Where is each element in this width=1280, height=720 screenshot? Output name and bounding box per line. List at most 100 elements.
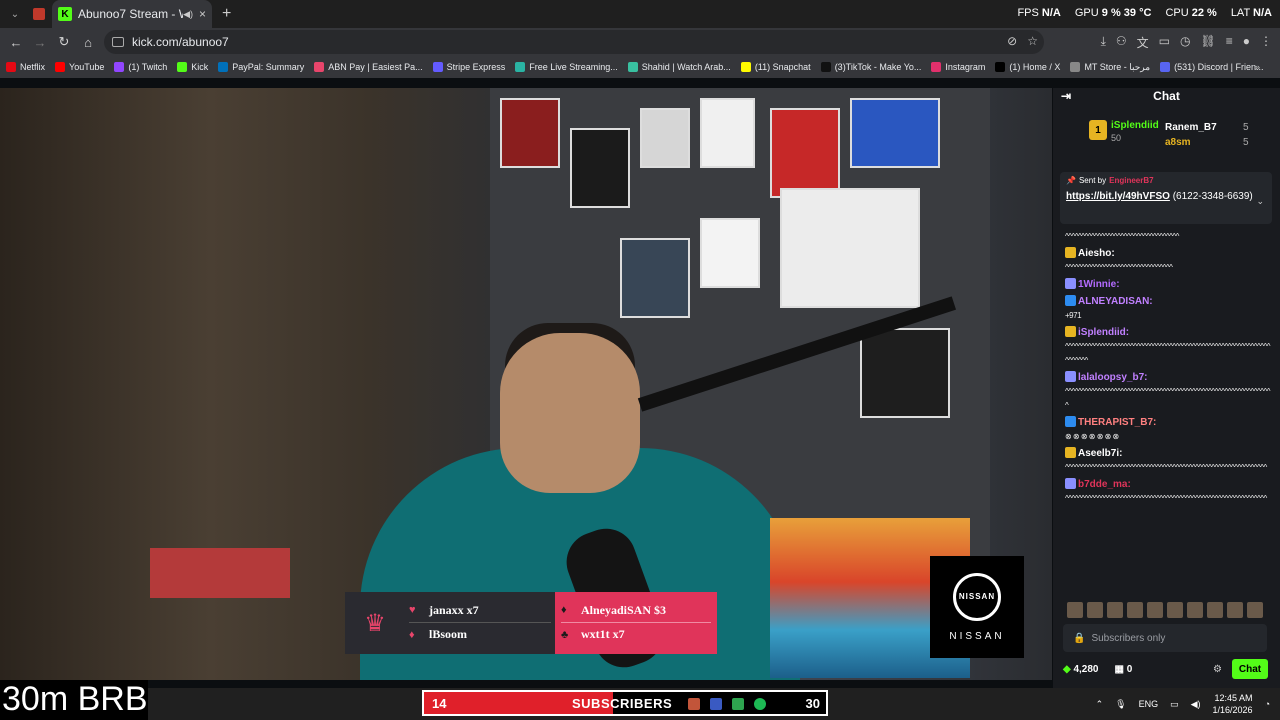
link-icon[interactable]: ⛓ [1201,34,1216,51]
gifter-name: iSplendiid [1111,120,1159,131]
bookmark-item[interactable]: Stripe Express [432,62,505,72]
bookmark-item[interactable]: Free Live Streaming... [515,62,618,72]
chat-username[interactable]: iSplendiid: [1078,327,1129,338]
alert-row: ♦ AlneyadiSAN $3 [561,598,711,622]
emote-icon[interactable] [1187,602,1203,618]
bookmark-item[interactable]: MT Store - مرحبا [1070,62,1150,73]
home-button[interactable]: ⌂ [76,30,100,54]
bookmark-star-icon[interactable]: ☆ [1027,34,1038,48]
settings-gear-icon[interactable]: ⚙ [1213,664,1222,675]
chat-username[interactable]: Aiesho: [1078,248,1115,259]
emote-icon[interactable] [1147,602,1163,618]
emote-icon[interactable] [1227,602,1243,618]
bookmark-item[interactable]: YouTube [55,62,104,72]
taskbar-app-icon[interactable] [710,698,722,710]
download-icon[interactable]: ⤓ [1101,34,1106,51]
collapse-chat-icon[interactable]: ⇥ [1061,89,1071,103]
chat-username[interactable]: THERAPIST_B7: [1078,417,1156,428]
bookmark-item[interactable]: ABN Pay | Easiest Pa... [314,62,423,72]
chat-message-text: ^^^^^^^^^^^^^^^^^^^^^^^^^^^^^^^^^ [1065,263,1173,272]
chat-message: iSplendiid: ^^^^^^^^^^^^^^^^^^^^^^^^^^^^^… [1065,326,1271,368]
brb-overlay-text: 30m BRB [0,680,148,720]
bookmark-item[interactable]: Kick [177,62,208,72]
bookmark-favicon-icon [6,62,16,72]
tray-clock[interactable]: 12:45 AM 1/16/2026 [1213,692,1253,716]
gifter-row[interactable]: a8sm 5 [1165,135,1249,150]
reading-list-icon[interactable]: ≡ [1226,34,1233,51]
subscriber-goal-bar: 14 SUBSCRIBERS 30 [422,690,828,716]
bookmark-item[interactable]: (531) Discord | Frien... [1160,62,1263,72]
chat-username[interactable]: 1Winnie: [1078,279,1120,290]
rank-badge: 1 [1089,120,1107,140]
tab-search-dropdown[interactable]: ⌄ [4,4,26,24]
expand-chevron-icon[interactable]: ⌄ [1256,196,1264,207]
menu-kebab-icon[interactable]: ⋮ [1260,34,1272,51]
emote-icon[interactable] [1107,602,1123,618]
tab-active[interactable]: K Abunoo7 Stream - Watch L ◀) × [52,0,212,28]
emote-icon[interactable] [1207,602,1223,618]
pinned-message[interactable]: 📌 Sent by EngineerB7 https://bit.ly/49hV… [1060,172,1272,224]
spotify-icon[interactable] [754,698,766,710]
top-gifter-first[interactable]: 1 iSplendiid 50 [1089,120,1159,143]
bookmark-favicon-icon [740,62,751,72]
bookmark-item[interactable]: PayPal: Summary [218,62,304,72]
gifter-row[interactable]: Ranem_B7 5 [1165,120,1249,135]
bookmark-label: PayPal: Summary [232,62,305,72]
bookmark-item[interactable]: (11) Snapchat [740,62,811,72]
tab-inactive[interactable] [26,3,52,25]
bookmark-item[interactable]: (1) Twitch [114,62,167,72]
history-icon[interactable]: ◷ [1180,34,1190,51]
profile-avatar[interactable]: ● [1243,34,1250,51]
network-icon[interactable]: ▭ [1170,699,1179,710]
bookmark-item[interactable]: Shahid | Watch Arab... [627,62,731,72]
notification-bell-icon[interactable]: ◔ [1265,699,1270,709]
bookmark-favicon-icon [218,62,229,72]
omnibox[interactable]: kick.com/abunoo7 ⊘ ☆ [104,30,1044,54]
bookmarks-overflow-icon[interactable]: » [1255,62,1260,72]
gift-count[interactable]: ▦ 0 [1115,664,1133,675]
microphone-icon[interactable]: 🎙 [1115,699,1126,710]
chat-input[interactable]: 🔒 Subscribers only [1063,624,1267,652]
kick-favicon-icon: K [58,7,72,21]
sent-by-label: Sent by [1078,176,1107,185]
volume-icon[interactable]: ◀) [1191,699,1201,710]
poster [770,108,840,198]
pinned-link[interactable]: https://bit.ly/49hVFSO [1066,191,1170,202]
new-tab-button[interactable]: + [222,5,231,23]
bookmark-item[interactable]: Netflix [6,62,45,72]
url-text[interactable]: kick.com/abunoo7 [132,35,229,49]
chat-username[interactable]: ALNEYADISAN: [1078,296,1153,307]
poster [640,108,690,168]
wallet-icon[interactable]: ▭ [1159,34,1170,51]
poster [570,128,630,208]
forward-button[interactable]: → [28,30,52,54]
emote-icon[interactable] [1087,602,1103,618]
xbox-icon[interactable] [732,698,744,710]
chat-username[interactable]: lalaloopsy_b7: [1078,372,1147,383]
bookmark-item[interactable]: (3)TikTok - Make Yo... [820,62,921,72]
bookmark-item[interactable]: Instagram [931,62,985,72]
taskbar-app-icon[interactable] [688,698,700,710]
emote-icon[interactable] [1247,602,1263,618]
poster [850,98,940,168]
eye-off-icon[interactable]: ⊘ [1007,34,1017,48]
speaker-icon[interactable]: ◀) [183,9,193,20]
emote-icon[interactable] [1067,602,1083,618]
language-indicator[interactable]: ENG [1139,699,1159,709]
back-button[interactable]: ← [4,30,28,54]
chat-username[interactable]: b7dde_ma: [1078,479,1131,490]
chat-send-button[interactable]: Chat [1232,659,1268,679]
site-info-icon[interactable] [112,37,124,47]
emote-icon[interactable] [1167,602,1183,618]
tray-overflow-icon[interactable]: ⌃ [1096,699,1104,710]
channel-points[interactable]: ◆ 4,280 [1063,664,1099,675]
bookmark-favicon-icon [1160,62,1171,72]
chat-username[interactable]: Aseelb7i: [1078,448,1122,459]
reload-button[interactable]: ↻ [52,30,76,54]
translate-icon[interactable]: 文 [1137,34,1149,51]
bookmark-item[interactable]: (1) Home / X [995,62,1060,72]
emote-icon[interactable] [1127,602,1143,618]
tab-close-button[interactable]: × [199,7,206,21]
bookmark-label: ABN Pay | Easiest Pa... [328,62,423,72]
extension-icon[interactable]: ⚇ [1116,34,1127,51]
